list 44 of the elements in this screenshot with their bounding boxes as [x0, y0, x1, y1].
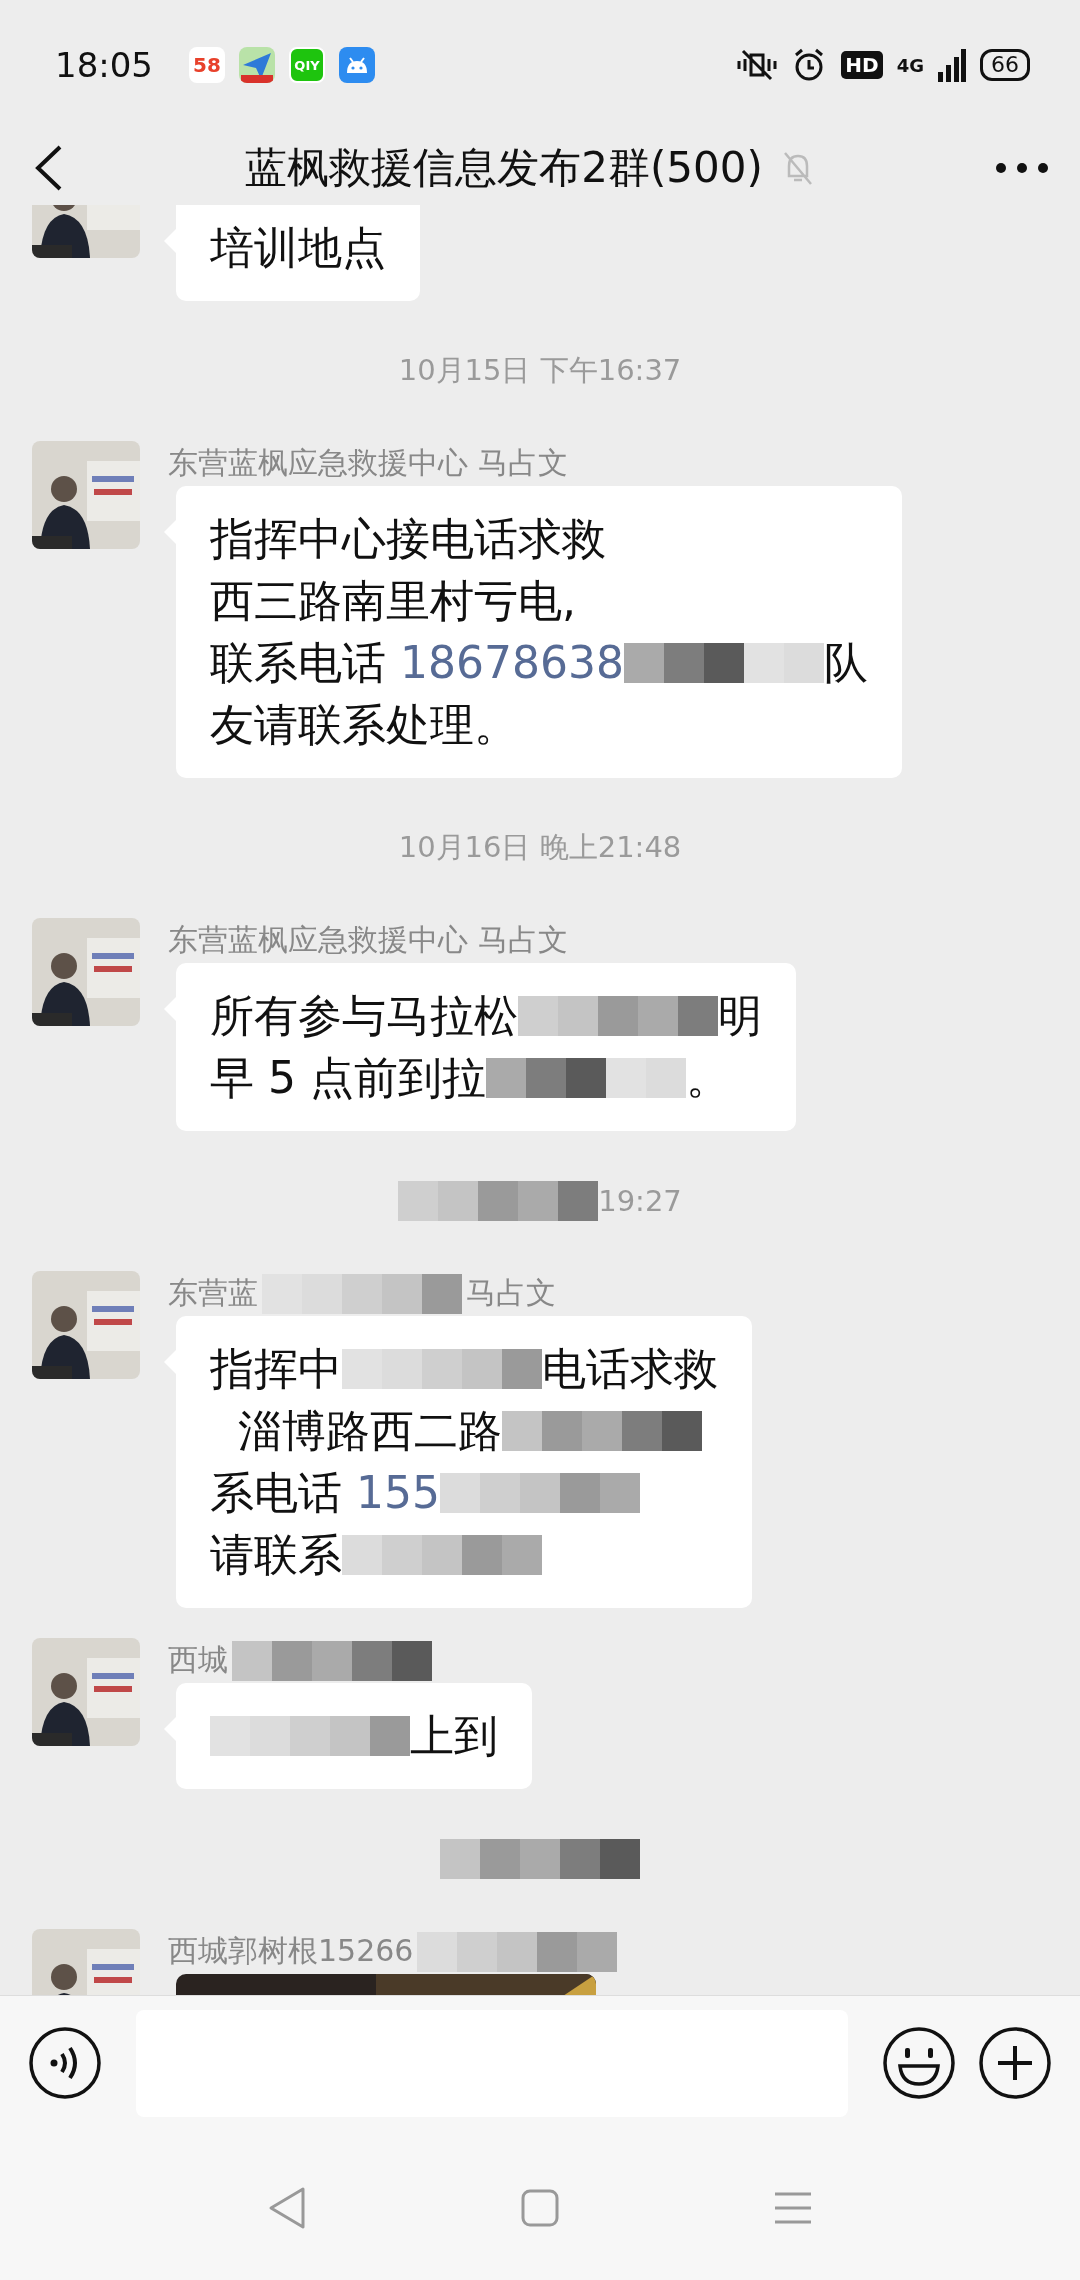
phone-link[interactable]: 155 — [356, 1462, 440, 1524]
sender-name: 东营蓝枫应急救援中心 马占文 — [168, 444, 568, 482]
android-icon — [339, 47, 375, 83]
message-text: 联系电话 — [210, 636, 387, 690]
sender-name: 西城 — [168, 1641, 228, 1679]
timestamp: 19:27 — [598, 1184, 682, 1218]
message-text: 早 5 点前到拉 — [210, 1051, 486, 1105]
paper-plane-icon — [239, 47, 275, 83]
sender-name: 东营蓝枫应急救援中心 马占文 — [168, 921, 568, 959]
message-text: 指挥中心接电话求救 — [210, 512, 606, 566]
message-text: 淄博路西二路 — [236, 1404, 502, 1458]
timestamp: 10月16日 晚上21:48 — [398, 829, 682, 866]
message-text: 明 — [718, 989, 762, 1043]
phone-link[interactable]: 18678638 — [400, 632, 624, 694]
message-text: 友请联系处理。 — [210, 698, 518, 752]
battery-indicator: 66 — [980, 49, 1030, 81]
more-icon[interactable] — [994, 160, 1050, 175]
message-text: 指挥中 — [210, 1342, 342, 1396]
network-type: 4G — [896, 54, 924, 76]
menu-icon[interactable] — [773, 2190, 814, 2225]
timestamp: 10月15日 下午16:37 — [398, 352, 682, 389]
message-text: 所有参与马拉松 — [210, 989, 518, 1043]
home-icon[interactable] — [520, 2187, 560, 2228]
message-text: 电话求救 — [542, 1342, 718, 1396]
vibrate-off-icon — [737, 47, 778, 83]
sender-name: 西城郭树根15266 — [168, 1932, 414, 1970]
signal-icon — [938, 48, 966, 82]
sender-name: 东营蓝 — [168, 1274, 258, 1312]
sender-name: 马占文 — [466, 1274, 556, 1312]
hd-indicator: HD — [841, 51, 883, 79]
message-text: 队 — [823, 636, 868, 690]
plus-icon[interactable] — [978, 2026, 1052, 2100]
voice-icon[interactable] — [28, 2026, 102, 2100]
message-text: 系电话 — [210, 1466, 343, 1520]
app-icon: 58 — [189, 47, 225, 83]
message-text: 培训地点 — [210, 221, 386, 275]
message-text: 西三路南里村亏电, — [210, 574, 576, 628]
emoji-icon[interactable] — [882, 2026, 956, 2100]
message-text: 。 — [685, 1051, 730, 1105]
clock: 18:05 — [55, 45, 153, 85]
chat-title: 蓝枫救援信息发布2群(500) — [245, 141, 763, 194]
message-text: 请联系 — [210, 1528, 342, 1582]
app-icon: QIY — [289, 47, 325, 83]
message-text: 上到 — [410, 1709, 498, 1763]
